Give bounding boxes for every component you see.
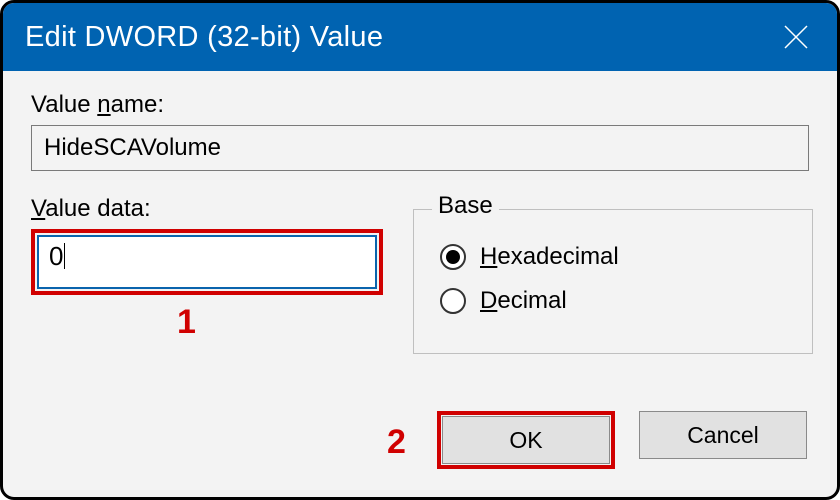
text-caret [64, 243, 65, 269]
radio-icon [440, 244, 466, 270]
radio-icon [440, 288, 466, 314]
label-text-accel: n [97, 91, 110, 118]
value-data-input[interactable]: 0 [37, 235, 377, 289]
label-text-accel: D [480, 287, 497, 314]
label-text: alue data: [45, 195, 150, 222]
annotation-box-2: OK [437, 411, 615, 469]
radio-label: Decimal [480, 287, 567, 315]
label-text: ecimal [497, 287, 566, 314]
titlebar: Edit DWORD (32-bit) Value [3, 3, 837, 71]
annotation-number-2: 2 [387, 423, 406, 462]
annotation-number-1: 1 [177, 303, 196, 342]
label-text: ame: [111, 91, 164, 118]
base-groupbox: Base Hexadecimal Decimal [413, 195, 813, 354]
value-name-text: HideSCAVolume [44, 134, 221, 161]
label-text-accel: V [31, 195, 45, 222]
radio-label: Hexadecimal [480, 243, 619, 271]
value-data-label: Value data: [31, 195, 383, 223]
label-text-accel: H [480, 243, 497, 270]
radio-decimal[interactable]: Decimal [440, 287, 794, 315]
close-icon[interactable] [777, 18, 815, 56]
label-text: Value [31, 91, 97, 118]
window-title: Edit DWORD (32-bit) Value [25, 21, 383, 54]
radio-hexadecimal[interactable]: Hexadecimal [440, 243, 794, 271]
dialog-buttons: OK Cancel [437, 411, 807, 469]
label-text: exadecimal [497, 243, 618, 270]
ok-button[interactable]: OK [442, 416, 610, 464]
cancel-button[interactable]: Cancel [639, 411, 807, 459]
value-name-field[interactable]: HideSCAVolume [31, 125, 809, 171]
base-legend: Base [432, 192, 499, 220]
value-name-label: Value name: [31, 91, 809, 119]
dialog-content: Value name: HideSCAVolume Value data: 0 … [3, 71, 837, 374]
annotation-box-1: 0 [31, 229, 383, 295]
dialog-window: Edit DWORD (32-bit) Value Value name: Hi… [0, 0, 840, 500]
value-data-text: 0 [49, 241, 63, 271]
button-label: Cancel [687, 422, 759, 449]
button-label: OK [509, 427, 542, 454]
